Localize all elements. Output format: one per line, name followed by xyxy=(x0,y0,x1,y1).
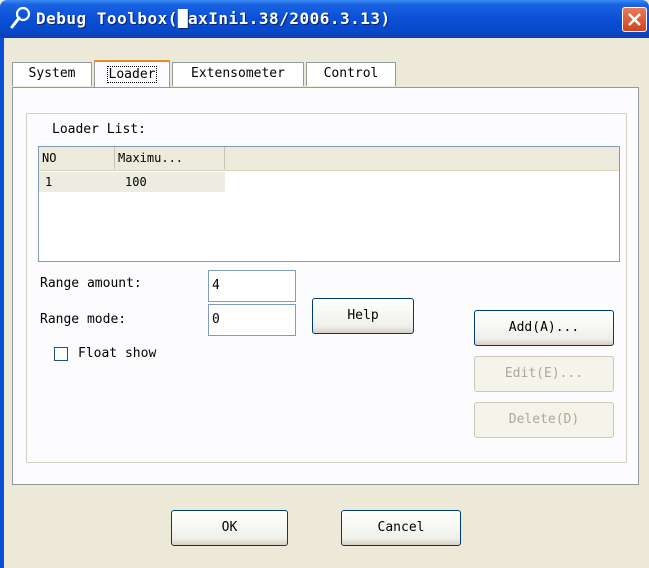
list-item[interactable]: 1 100 xyxy=(39,172,225,192)
title-bar[interactable]: Debug Toolbox(█axIni1.38/2006.3.13) xyxy=(0,0,649,38)
ok-button[interactable]: OK xyxy=(171,510,288,546)
loader-list[interactable]: NO Maximu... 1 100 xyxy=(38,146,620,262)
range-mode-label: Range mode: xyxy=(40,312,127,327)
window-title: Debug Toolbox(█axIni1.38/2006.3.13) xyxy=(36,9,391,28)
column-header-maximum[interactable]: Maximu... xyxy=(115,147,225,169)
wrench-icon xyxy=(10,6,32,30)
loader-list-label: Loader List: xyxy=(52,122,146,137)
edit-button[interactable]: Edit(E)... xyxy=(474,356,614,392)
close-button[interactable] xyxy=(622,7,647,32)
range-mode-input[interactable]: 0 xyxy=(208,304,296,336)
delete-button[interactable]: Delete(D) xyxy=(474,402,614,438)
window-frame-left xyxy=(0,38,4,568)
close-icon xyxy=(628,13,641,26)
cell-no: 1 xyxy=(45,175,53,189)
tab-extensometer[interactable]: Extensometer xyxy=(172,62,304,86)
add-button[interactable]: Add(A)... xyxy=(474,310,614,346)
tab-control[interactable]: Control xyxy=(306,62,396,86)
column-header-no[interactable]: NO xyxy=(39,147,115,169)
float-show-label: Float show xyxy=(78,346,157,361)
tab-system[interactable]: System xyxy=(12,62,92,86)
range-amount-input[interactable]: 4 xyxy=(208,270,296,302)
help-button[interactable]: Help xyxy=(312,298,414,334)
float-show-checkbox[interactable] xyxy=(54,347,68,361)
list-header: NO Maximu... xyxy=(39,147,619,171)
cancel-button[interactable]: Cancel xyxy=(341,510,461,546)
cell-maximum: 100 xyxy=(125,175,147,189)
range-amount-label: Range amount: xyxy=(40,276,142,291)
tab-loader[interactable]: Loader xyxy=(94,60,170,88)
